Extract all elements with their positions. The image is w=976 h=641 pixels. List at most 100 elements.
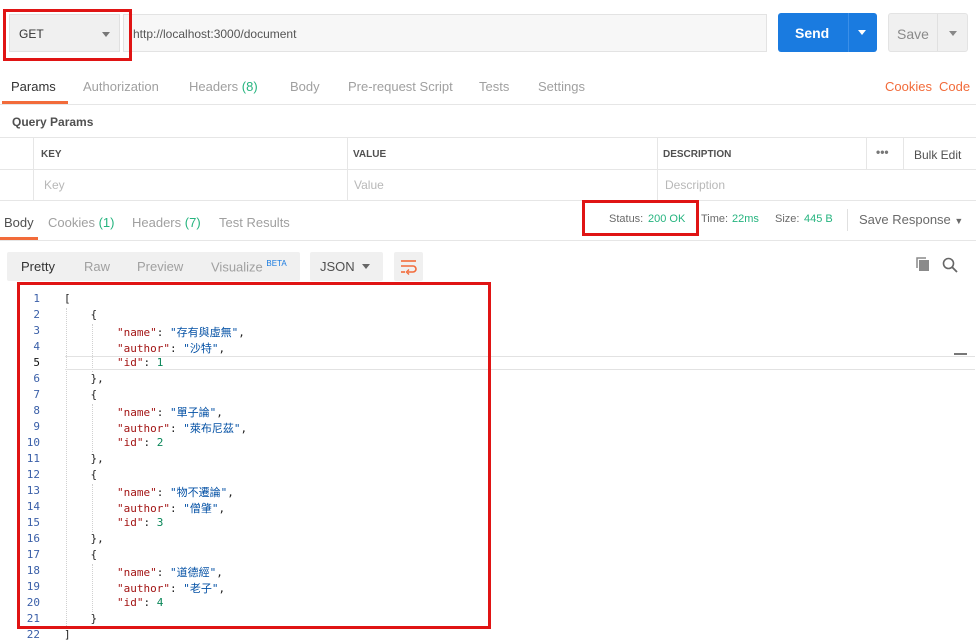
line-number: 17 [26, 548, 40, 561]
response-tab-test-results[interactable]: Test Results [219, 215, 290, 230]
send-divider [848, 13, 849, 52]
divider [0, 104, 976, 105]
search-icon [942, 257, 958, 273]
tab-headers[interactable]: Headers (8) [189, 79, 258, 94]
code-line: }, [64, 372, 104, 385]
code-line: "name": "單子論", [116, 406, 223, 419]
code-line: }, [64, 532, 104, 545]
tab-pre-request-script[interactable]: Pre-request Script [348, 79, 453, 94]
more-options-icon[interactable]: ••• [876, 145, 889, 159]
method-value: GET [19, 27, 44, 41]
line-number: 8 [33, 404, 40, 417]
indent-guide [92, 404, 93, 452]
code-line: "id": 2 [116, 436, 164, 449]
line-number: 5 [33, 356, 40, 369]
code-line: "id": 4 [116, 596, 164, 609]
size-value[interactable]: 445 B [804, 213, 833, 225]
line-number: 2 [33, 308, 40, 321]
param-key-input[interactable]: Key [44, 178, 65, 192]
view-raw-button[interactable]: Raw [84, 259, 110, 274]
response-body-editor[interactable]: 1[2 {3 "name": "存有與虛無", 4 "author": "沙特",… [0, 289, 976, 641]
tab-params[interactable]: Params [11, 79, 56, 94]
view-preview-button[interactable]: Preview [137, 259, 183, 274]
response-tab-headers-label: Headers [132, 215, 182, 230]
wrap-lines-button[interactable] [394, 252, 423, 281]
param-value-input[interactable]: Value [354, 178, 384, 192]
save-response-label: Save Response [859, 212, 951, 227]
line-number: 3 [33, 324, 40, 337]
code-line: [ [64, 292, 71, 305]
indent-guide [92, 564, 93, 612]
response-tab-cookies-label: Cookies [48, 215, 95, 230]
size-label: Size: [775, 213, 800, 225]
divider [0, 169, 976, 170]
line-number: 11 [26, 452, 40, 465]
url-input[interactable]: http://localhost:3000/document [123, 14, 767, 52]
line-number: 15 [26, 516, 40, 529]
indent-guide [92, 484, 93, 532]
line-number: 20 [26, 596, 40, 609]
send-options-chevron-icon[interactable] [858, 30, 866, 35]
divider [903, 138, 904, 169]
format-select[interactable]: JSON [310, 252, 383, 281]
line-number: 10 [26, 436, 40, 449]
wrap-icon [401, 260, 417, 275]
code-line: }, [64, 452, 104, 465]
code-line: "id": 3 [116, 516, 164, 529]
tab-authorization[interactable]: Authorization [83, 79, 159, 94]
divider [847, 209, 848, 231]
code-line: "name": "物不遷論", [116, 486, 234, 499]
tab-tests[interactable]: Tests [479, 79, 509, 94]
column-header-key: KEY [41, 149, 62, 160]
url-value: http://localhost:3000/document [133, 27, 297, 41]
save-response-button[interactable]: Save Response ▼ [859, 212, 963, 227]
scrollbar-marker [954, 353, 967, 355]
cookies-count: (1) [98, 215, 115, 230]
format-value: JSON [320, 259, 355, 274]
response-headers-count: (7) [184, 215, 201, 230]
response-tab-headers[interactable]: Headers (7) [132, 215, 201, 230]
copy-icon [916, 257, 929, 271]
code-line: { [64, 308, 98, 321]
response-tab-cookies[interactable]: Cookies (1) [48, 215, 114, 230]
line-number: 18 [26, 564, 40, 577]
send-button[interactable]: Send [778, 13, 877, 52]
copy-button[interactable] [915, 256, 933, 277]
view-pretty-button[interactable]: Pretty [21, 259, 55, 274]
line-number: 7 [33, 388, 40, 401]
line-number: 12 [26, 468, 40, 481]
line-number: 6 [33, 372, 40, 385]
save-label: Save [897, 26, 929, 42]
code-line: "name": "道德經", [116, 566, 223, 579]
code-line: "author": "老子", [116, 582, 226, 595]
code-link[interactable]: Code [939, 79, 970, 94]
code-line: ] [64, 628, 71, 641]
cookies-link[interactable]: Cookies [885, 79, 932, 94]
tab-settings[interactable]: Settings [538, 79, 585, 94]
response-tab-body[interactable]: Body [4, 215, 34, 230]
save-button[interactable]: Save [888, 13, 968, 52]
tab-body[interactable]: Body [290, 79, 320, 94]
chevron-down-icon [102, 32, 110, 37]
view-mode-bar: Pretty Raw Preview Visualize BETA [7, 252, 300, 281]
send-label: Send [795, 25, 830, 41]
status-badge[interactable]: 200 OK [648, 213, 685, 225]
method-select[interactable]: GET [9, 14, 120, 52]
current-line-highlight [65, 356, 975, 370]
view-visualize-button[interactable]: Visualize BETA [211, 259, 287, 274]
line-number: 4 [33, 340, 40, 353]
param-description-input[interactable]: Description [665, 178, 725, 192]
line-number: 13 [26, 484, 40, 497]
search-button[interactable] [941, 256, 959, 277]
beta-badge: BETA [266, 259, 287, 268]
save-options-chevron-icon[interactable] [949, 31, 957, 36]
divider [866, 138, 867, 169]
code-line: "author": "沙特", [116, 342, 226, 355]
save-divider [937, 14, 938, 51]
time-value[interactable]: 22ms [732, 213, 759, 225]
bulk-edit-link[interactable]: Bulk Edit [914, 148, 961, 162]
chevron-down-icon [362, 264, 370, 269]
code-line: } [64, 612, 98, 625]
column-header-value: VALUE [353, 149, 387, 160]
code-line: "author": "僧肇", [116, 502, 226, 515]
